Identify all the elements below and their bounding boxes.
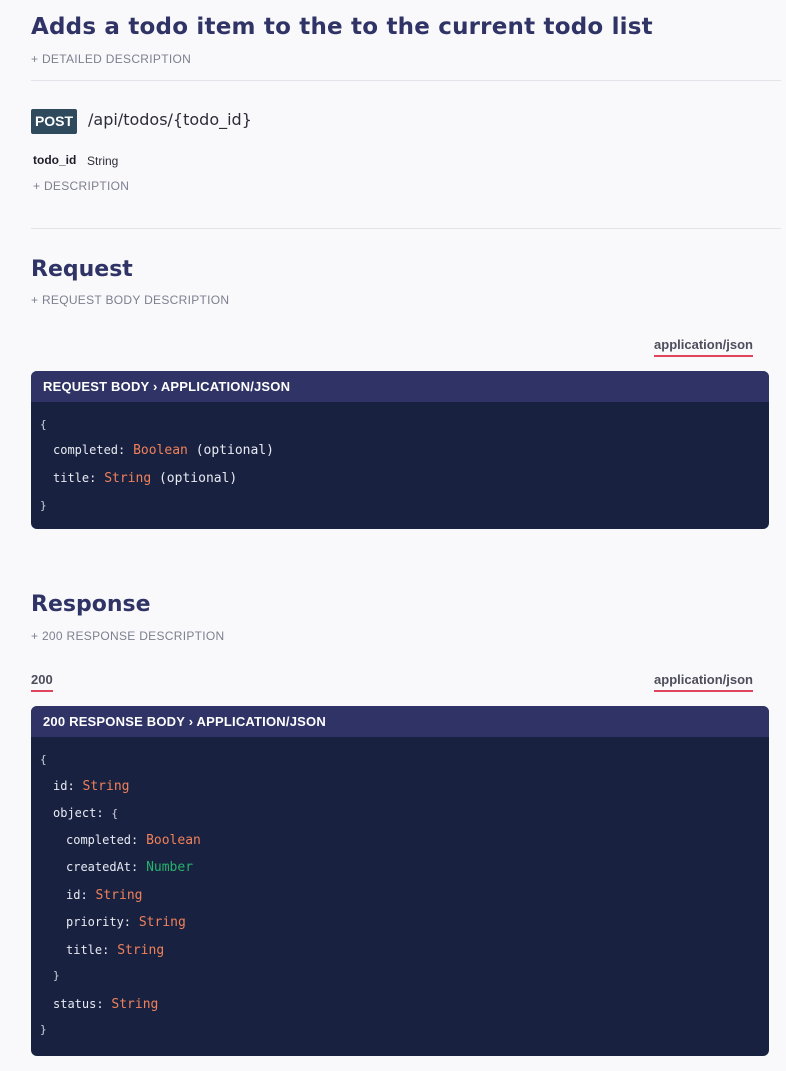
field-key: id:: [66, 888, 88, 902]
field-type: String: [117, 943, 165, 958]
field-type: String: [111, 997, 159, 1012]
param-description-toggle[interactable]: + DESCRIPTION: [33, 179, 129, 193]
field-key: object:: [53, 806, 104, 820]
field-key: completed:: [66, 833, 139, 847]
divider: [31, 228, 781, 229]
request-heading: Request: [31, 257, 133, 282]
status-code-tab-200[interactable]: 200: [31, 672, 53, 692]
field-key: completed:: [53, 443, 126, 457]
field-key: status:: [53, 997, 104, 1011]
schema-field: completed: Boolean: [66, 833, 201, 848]
close-brace: }: [53, 969, 60, 982]
field-key: title:: [53, 471, 97, 485]
page-title: Adds a todo item to the to the current t…: [31, 14, 653, 40]
path-param-type: String: [87, 154, 119, 168]
open-brace: {: [40, 418, 47, 431]
schema-field: id: String: [53, 779, 129, 794]
divider: [31, 80, 781, 81]
schema-field: status: String: [53, 997, 158, 1012]
schema-field: title: String (optional): [53, 471, 237, 486]
field-type: String: [82, 779, 130, 794]
schema-field: createdAt: Number: [66, 860, 193, 875]
path-param-name: todo_id: [33, 153, 77, 167]
response-panel-header: 200 RESPONSE BODY › APPLICATION/JSON: [31, 706, 769, 737]
field-key: createdAt:: [66, 860, 139, 874]
request-content-type-tab[interactable]: application/json: [654, 337, 753, 357]
close-brace: }: [40, 1023, 47, 1036]
close-brace: }: [40, 499, 47, 512]
request-panel-header: REQUEST BODY › APPLICATION/JSON: [31, 371, 769, 402]
request-body-description-toggle[interactable]: + REQUEST BODY DESCRIPTION: [31, 293, 229, 307]
field-key: title:: [66, 943, 110, 957]
schema-field: title: String: [66, 943, 164, 958]
open-brace: {: [40, 753, 47, 766]
field-optional-note: (optional): [158, 471, 238, 486]
open-brace: {: [111, 807, 119, 820]
field-type: Boolean: [146, 833, 201, 848]
field-type: Boolean: [133, 443, 188, 458]
response-content-type-tab[interactable]: application/json: [654, 672, 753, 692]
http-method-badge: POST: [31, 109, 77, 134]
schema-field: id: String: [66, 888, 142, 903]
field-type: Number: [146, 860, 194, 875]
response-body-panel: 200 RESPONSE BODY › APPLICATION/JSON { i…: [31, 706, 769, 1056]
schema-field: completed: Boolean (optional): [53, 443, 274, 458]
field-type: String: [104, 471, 152, 486]
field-key: id:: [53, 779, 75, 793]
schema-field: object: {: [53, 806, 118, 821]
request-body-panel: REQUEST BODY › APPLICATION/JSON { comple…: [31, 371, 769, 529]
endpoint-path: /api/todos/{todo_id}: [88, 110, 252, 129]
response-heading: Response: [31, 592, 151, 617]
field-key: priority:: [66, 915, 132, 929]
response-description-toggle[interactable]: + 200 RESPONSE DESCRIPTION: [31, 629, 225, 643]
detailed-description-toggle[interactable]: + DETAILED DESCRIPTION: [31, 52, 191, 66]
field-type: String: [95, 888, 143, 903]
field-optional-note: (optional): [195, 443, 274, 458]
schema-field: priority: String: [66, 915, 186, 930]
field-type: String: [138, 915, 186, 930]
